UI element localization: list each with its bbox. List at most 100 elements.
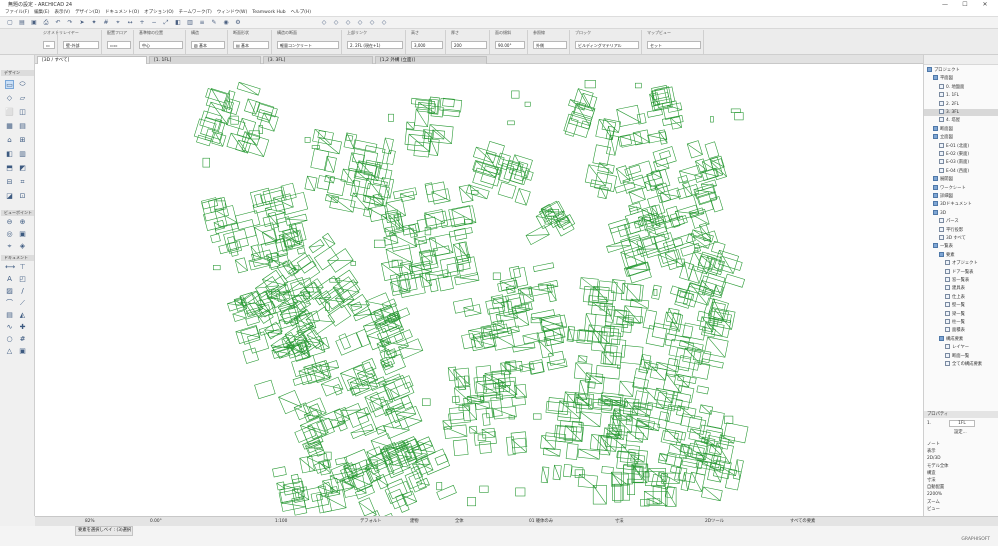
curtainwall-tool-icon[interactable]: ▤ [18, 122, 27, 131]
navigator-item[interactable]: 1. 1FL [924, 92, 998, 99]
publish-icon[interactable]: ◇ [368, 19, 376, 27]
circle-tool-icon[interactable]: ○ [5, 335, 14, 344]
spline-tool-icon[interactable]: ∿ [5, 323, 14, 332]
quick-option-item[interactable]: 自動配置 [924, 484, 998, 491]
infobox-field[interactable]: ▭ [43, 41, 55, 49]
line-tool-icon[interactable]: / [18, 287, 27, 296]
infobox-field[interactable]: 90.00° [495, 41, 525, 49]
status-scale-label[interactable]: 82% [85, 518, 95, 526]
new-file-icon[interactable]: ▢ [6, 19, 14, 27]
navigator-item[interactable]: 2. 2FL [924, 100, 998, 108]
view-icon[interactable]: ◉ [222, 19, 230, 27]
navigator-item[interactable]: 3Dドキュメント [924, 201, 998, 208]
3d-icon[interactable]: ◧ [174, 19, 182, 27]
fav-icon[interactable]: ◇ [320, 19, 328, 27]
view-tab[interactable]: [3D / すべて] [37, 56, 147, 64]
detail-tool-icon[interactable]: ◎ [5, 230, 14, 239]
status-scale[interactable]: 1:100 [275, 518, 287, 526]
view-tab[interactable]: [3. 3FL] [263, 56, 373, 64]
navigator-item[interactable]: オブジェクト [924, 260, 998, 267]
navigator-item[interactable]: 3. 3FL [924, 109, 998, 116]
hotspot-tool-icon[interactable]: ✚ [18, 323, 27, 332]
drawing-canvas[interactable] [35, 64, 923, 516]
infobox-field[interactable]: ▤ 基本 [233, 41, 269, 49]
menu-item[interactable]: オプション(O) [144, 9, 174, 17]
elevation-tool-icon[interactable]: ⊕ [18, 218, 27, 227]
maximize-button[interactable]: ☐ [956, 0, 974, 9]
navigator-item[interactable]: ドア一覧表 [924, 268, 998, 276]
navigator-item[interactable]: 立面図 [924, 134, 998, 141]
infobox-field[interactable]: ▭▭ [107, 41, 131, 49]
properties-settings-button[interactable]: 設定... [924, 429, 998, 436]
link-icon[interactable]: ◇ [356, 19, 364, 27]
infobox-field[interactable]: 外側 [533, 41, 567, 49]
navigator-item[interactable]: 窓一覧表 [924, 277, 998, 284]
label-tool-icon[interactable]: ◰ [18, 275, 27, 284]
fit-icon[interactable]: ⤢ [162, 19, 170, 27]
menu-item[interactable]: ドキュメント(O) [105, 9, 139, 17]
toolbox-group-header[interactable]: ドキュメント [1, 255, 34, 261]
menu-item[interactable]: ヘルプ(H) [291, 9, 311, 17]
menu-item[interactable]: 編集(E) [34, 9, 49, 17]
navigator-item[interactable]: 展開図 [924, 176, 998, 183]
quick-option-item[interactable]: 構造 [924, 470, 998, 477]
toolbox-group-header[interactable]: デザイン [1, 70, 34, 76]
door-tool-icon[interactable]: ◧ [5, 150, 14, 159]
dimension-tool-icon[interactable]: ⟷ [5, 263, 15, 272]
window-tool-icon[interactable]: ▥ [18, 150, 27, 159]
grid-icon[interactable]: # [102, 19, 110, 27]
section-tool-icon[interactable]: ⊖ [5, 218, 14, 227]
infobox-field[interactable]: ▧ 基本 [191, 41, 225, 49]
menu-item[interactable]: Teamwork Hub [252, 9, 285, 17]
infobox-field[interactable]: 軽量コンクリート [277, 41, 339, 49]
minimize-button[interactable]: — [936, 0, 954, 9]
pen-icon[interactable]: ✎ [210, 19, 218, 27]
quick-option-item[interactable]: ズーム [924, 499, 998, 506]
menu-item[interactable]: 表示(V) [54, 9, 70, 17]
grid-tool-icon[interactable]: # [18, 335, 27, 344]
skylight-tool-icon[interactable]: ▦ [5, 122, 14, 131]
snap-icon[interactable]: ⌖ [114, 19, 122, 27]
figure-tool-icon[interactable]: ◭ [18, 311, 27, 320]
navigator-item[interactable]: 要素 [924, 251, 998, 259]
infobox-field[interactable]: 2. 2FL (現在+1) [347, 41, 403, 49]
morph-tool-icon[interactable]: ⌗ [18, 178, 27, 187]
quick-option-item[interactable]: モデル全体 [924, 463, 998, 470]
quick-option-item[interactable]: ビュー [924, 506, 998, 513]
level-tool-icon[interactable]: ⊤ [18, 263, 27, 272]
text-tool-icon[interactable]: A [5, 275, 14, 284]
status-renovation[interactable]: すべての要素 [790, 518, 815, 526]
navigator-item[interactable]: 梁一覧 [924, 310, 998, 318]
menu-item[interactable]: ファイル(F) [5, 9, 29, 17]
arrow-icon[interactable]: ➤ [78, 19, 86, 27]
close-button[interactable]: ✕ [976, 0, 994, 9]
navigator-item[interactable]: 建具表 [924, 285, 998, 292]
wall-tool-icon[interactable]: ▭ [5, 80, 14, 89]
properties-name[interactable]: 1FL [949, 420, 975, 427]
status-structure[interactable]: 01 躯体のみ [529, 518, 553, 526]
navigator-item[interactable]: 平行投影 [924, 226, 998, 234]
navigator-item[interactable]: 一覧表 [924, 243, 998, 250]
properties-id[interactable]: 1. [927, 421, 931, 426]
navigator-item[interactable]: E-03 (南面) [924, 159, 998, 166]
measure-icon[interactable]: ↔ [126, 19, 134, 27]
home-icon[interactable]: ◇ [344, 19, 352, 27]
zoom-out-icon[interactable]: − [150, 19, 158, 27]
navigator-item[interactable]: 構成要素 [924, 335, 998, 343]
object-tool-icon[interactable]: ⬒ [5, 164, 14, 173]
menu-item[interactable]: チームワーク(T) [179, 9, 212, 17]
print-icon[interactable]: ⎙ [42, 19, 50, 27]
infobox-field[interactable]: ビルディングマテリアル [575, 41, 639, 49]
menu-item[interactable]: ウィンドウ(W) [217, 9, 247, 17]
status-angle[interactable]: 0.00° [150, 518, 162, 526]
navigator-item[interactable]: 4. 塔屋 [924, 117, 998, 124]
quick-option-item[interactable]: ノート [924, 441, 998, 448]
status-model[interactable]: 全体 [455, 518, 464, 526]
section-icon[interactable]: ▥ [186, 19, 194, 27]
quick-option-item[interactable]: 2200% [924, 491, 998, 498]
navigator-item[interactable]: 0. 地盤面 [924, 83, 998, 91]
navigator-item[interactable]: E-02 (東面) [924, 151, 998, 158]
navigator-item[interactable]: 3D [924, 209, 998, 217]
menu-item[interactable]: デザイン(D) [75, 9, 100, 17]
navigator-item[interactable]: 柱一覧 [924, 319, 998, 326]
